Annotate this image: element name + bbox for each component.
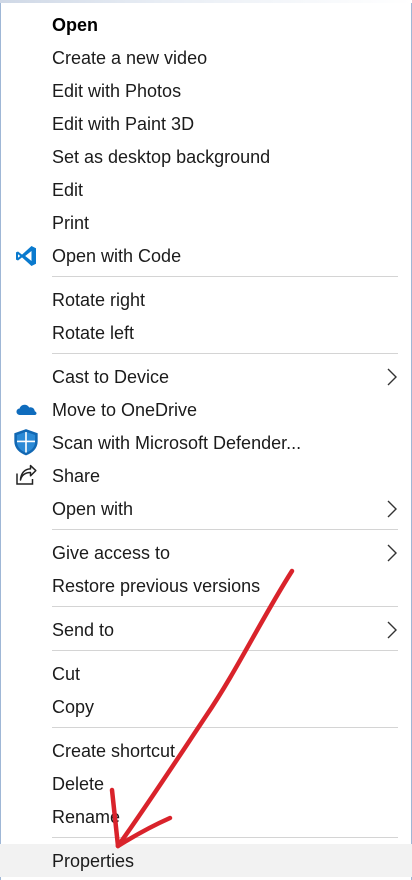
menu-separator [52, 650, 398, 651]
menu-item-label: Cut [52, 664, 81, 684]
menu-item-label: Give access to [52, 543, 171, 563]
menu-item-label: Properties [52, 851, 135, 871]
chevron-right-icon [387, 500, 397, 518]
menu-separator [52, 727, 398, 728]
menu-item-share[interactable]: Share [0, 459, 412, 492]
menu-item-label: Create a new video [52, 48, 208, 68]
menu-item-label: Print [52, 213, 90, 233]
menu-item-open[interactable]: Open [0, 8, 412, 41]
menu-item-cut[interactable]: Cut [0, 657, 412, 690]
menu-item-label: Set as desktop background [52, 147, 271, 167]
menu-item-label: Cast to Device [52, 367, 170, 387]
chevron-right-icon [387, 544, 397, 562]
menu-item-label: Rotate left [52, 323, 135, 343]
menu-item-restore-previous-versions[interactable]: Restore previous versions [0, 569, 412, 602]
menu-item-label: Scan with Microsoft Defender... [52, 433, 302, 453]
menu-item-label: Edit with Photos [52, 81, 182, 101]
menu-item-label: Rename [52, 807, 121, 827]
menu-item-label: Delete [52, 774, 105, 794]
menu-item-delete[interactable]: Delete [0, 767, 412, 800]
context-menu: Open Create a new video Edit with Photos… [0, 0, 412, 880]
menu-item-edit[interactable]: Edit [0, 173, 412, 206]
menu-item-edit-with-paint-3d[interactable]: Edit with Paint 3D [0, 107, 412, 140]
menu-item-label: Open with [52, 499, 134, 519]
menu-item-rename[interactable]: Rename [0, 800, 412, 833]
menu-item-create-shortcut[interactable]: Create shortcut [0, 734, 412, 767]
menu-item-copy[interactable]: Copy [0, 690, 412, 723]
menu-item-move-to-onedrive[interactable]: Move to OneDrive [0, 393, 412, 426]
defender-shield-icon [14, 429, 38, 456]
menu-separator [52, 606, 398, 607]
menu-item-set-desktop-background[interactable]: Set as desktop background [0, 140, 412, 173]
menu-item-label: Open with Code [52, 246, 182, 266]
menu-separator [52, 276, 398, 277]
menu-item-label: Restore previous versions [52, 576, 261, 596]
menu-item-scan-with-defender[interactable]: Scan with Microsoft Defender... [0, 426, 412, 459]
menu-item-label: Open [52, 15, 99, 35]
menu-item-label: Edit with Paint 3D [52, 114, 195, 134]
menu-item-label: Rotate right [52, 290, 146, 310]
menu-item-rotate-left[interactable]: Rotate left [0, 316, 412, 349]
menu-item-open-with[interactable]: Open with [0, 492, 412, 525]
menu-item-label: Create shortcut [52, 741, 176, 761]
menu-separator [52, 837, 398, 838]
menu-item-label: Send to [52, 620, 115, 640]
menu-item-label: Copy [52, 697, 95, 717]
menu-item-label: Edit [52, 180, 84, 200]
menu-item-open-with-code[interactable]: Open with Code [0, 239, 412, 272]
chevron-right-icon [387, 621, 397, 639]
menu-item-edit-with-photos[interactable]: Edit with Photos [0, 74, 412, 107]
menu-separator [52, 529, 398, 530]
menu-item-create-new-video[interactable]: Create a new video [0, 41, 412, 74]
menu-item-label: Move to OneDrive [52, 400, 198, 420]
menu-item-print[interactable]: Print [0, 206, 412, 239]
menu-item-properties[interactable]: Properties [0, 844, 412, 877]
menu-separator [52, 353, 398, 354]
menu-item-cast-to-device[interactable]: Cast to Device [0, 360, 412, 393]
menu-item-give-access-to[interactable]: Give access to [0, 536, 412, 569]
vscode-icon [16, 246, 36, 266]
onedrive-cloud-icon [16, 404, 37, 415]
share-icon [16, 464, 37, 485]
chevron-right-icon [387, 368, 397, 386]
menu-item-send-to[interactable]: Send to [0, 613, 412, 646]
menu-item-label: Share [52, 466, 101, 486]
menu-item-rotate-right[interactable]: Rotate right [0, 283, 412, 316]
